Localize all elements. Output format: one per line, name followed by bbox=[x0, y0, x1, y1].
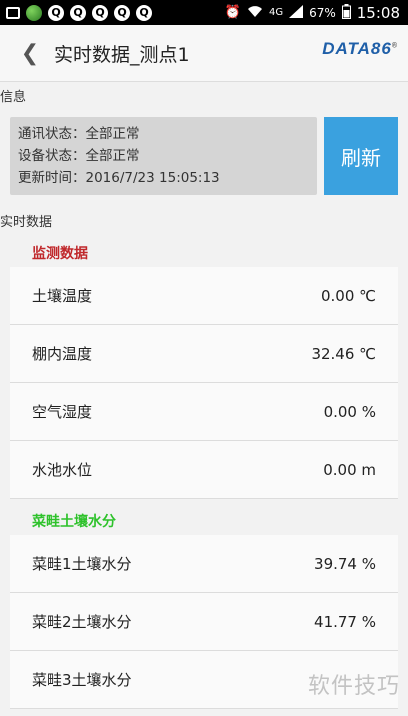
device-status: 设备状态：全部正常 bbox=[18, 148, 140, 164]
realtime-section-label: 实时数据 bbox=[0, 215, 53, 230]
data-row[interactable]: 土壤温度 0.00 ℃ bbox=[10, 267, 398, 325]
row-label: 菜畦2土壤水分 bbox=[32, 613, 132, 631]
app-notification-icon: Q bbox=[92, 4, 108, 21]
watermark: 软件技巧 bbox=[307, 674, 400, 699]
clock: 15:08 bbox=[356, 3, 400, 22]
data-row[interactable]: 空气湿度 0.00 % bbox=[10, 383, 398, 441]
signal-icon bbox=[289, 4, 304, 21]
data-row[interactable]: 菜畦1土壤水分 39.74 % bbox=[10, 535, 398, 593]
row-label: 菜畦1土壤水分 bbox=[32, 555, 132, 573]
row-label: 空气湿度 bbox=[32, 403, 93, 421]
row-label: 棚内温度 bbox=[32, 345, 93, 363]
info-section-label: 信息 bbox=[0, 90, 27, 105]
data-row[interactable]: 水池水位 0.00 m bbox=[10, 441, 398, 499]
app-notification-icon: Q bbox=[70, 4, 86, 21]
message-icon bbox=[6, 6, 20, 19]
network-type: 4G bbox=[268, 6, 284, 18]
back-button[interactable]: ❮ bbox=[10, 25, 50, 81]
notification-icons: Q Q Q Q Q bbox=[0, 4, 152, 21]
system-status: ⏰ 4G 67% 15:08 bbox=[224, 3, 408, 22]
row-value: 32.46 ℃ bbox=[311, 344, 376, 363]
row-value: 39.74 % bbox=[314, 554, 376, 573]
app-notification-icon: Q bbox=[114, 4, 130, 21]
brand-logo: DATA86® bbox=[322, 39, 398, 58]
row-label: 菜畦3土壤水分 bbox=[32, 671, 132, 689]
row-label: 土壤温度 bbox=[32, 287, 93, 305]
app-notification-icon: Q bbox=[48, 4, 64, 21]
chevron-left-icon: ❮ bbox=[20, 40, 40, 66]
row-value: 0.00 % bbox=[323, 402, 376, 421]
data-row[interactable]: 菜畦2土壤水分 41.77 % bbox=[10, 593, 398, 651]
info-panel: 通讯状态：全部正常 设备状态：全部正常 更新时间：2016/7/23 15:05… bbox=[10, 117, 317, 195]
update-time: 更新时间：2016/7/23 15:05:13 bbox=[18, 170, 220, 186]
row-value: 0.00 m bbox=[323, 460, 376, 479]
battery-icon bbox=[341, 3, 351, 22]
wifi-icon bbox=[247, 5, 263, 21]
app-notification-icon: Q bbox=[136, 4, 152, 21]
data-row[interactable]: 棚内温度 32.46 ℃ bbox=[10, 325, 398, 383]
comm-status: 通讯状态：全部正常 bbox=[18, 126, 140, 142]
globe-icon bbox=[26, 4, 42, 21]
row-value: 41.77 % bbox=[314, 612, 376, 631]
page-title: 实时数据_测点1 bbox=[54, 43, 190, 66]
battery-percent: 67% bbox=[309, 5, 336, 20]
alarm-icon: ⏰ bbox=[224, 5, 241, 20]
row-value: 0.00 ℃ bbox=[320, 286, 376, 305]
title-bar: ❮ 实时数据_测点1 DATA86® bbox=[0, 25, 408, 82]
status-bar: Q Q Q Q Q ⏰ 4G 67% 15:08 bbox=[0, 0, 408, 25]
refresh-button[interactable]: 刷新 bbox=[324, 117, 398, 195]
row-label: 水池水位 bbox=[32, 461, 93, 479]
